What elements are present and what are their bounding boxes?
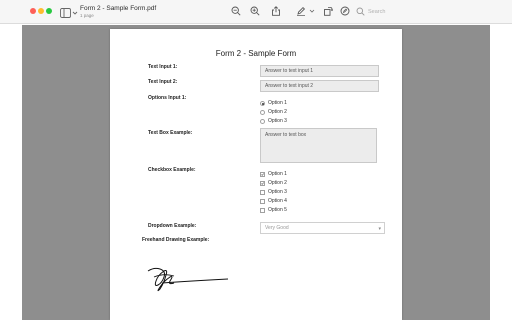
checkbox-option-label: Option 5 (268, 207, 287, 213)
minimize-window-button[interactable] (38, 8, 44, 14)
zoom-out-icon (231, 6, 241, 16)
text-input-2-label: Text Input 2: (148, 79, 178, 85)
radio-button[interactable] (260, 110, 265, 115)
search-icon (356, 7, 365, 16)
search-input[interactable] (368, 6, 416, 18)
radio-button[interactable] (260, 119, 265, 124)
checkbox[interactable] (260, 172, 265, 177)
radio-option-label: Option 3 (268, 118, 287, 124)
text-input-2-field[interactable]: Answer to text input 2 (260, 80, 379, 92)
annotate-button[interactable] (340, 6, 350, 16)
close-window-button[interactable] (30, 8, 36, 14)
text-input-1-field[interactable]: Answer to text input 1 (260, 65, 379, 77)
share-button[interactable] (271, 6, 281, 16)
radio-option-label: Option 2 (268, 109, 287, 115)
checkbox-option-label: Option 3 (268, 189, 287, 195)
checkbox-label: Checkbox Example: (148, 167, 196, 173)
rotate-button[interactable] (323, 6, 333, 16)
document-page-count: 1 page (80, 12, 94, 18)
markup-menu-button[interactable] (309, 6, 315, 16)
freehand-signature (147, 267, 229, 292)
toolbar: Form 2 - Sample Form.pdf 1 page (0, 0, 512, 24)
markup-pen-icon (297, 6, 306, 16)
zoom-in-icon (250, 6, 260, 16)
dropdown-label: Dropdown Example: (148, 223, 197, 229)
chevron-down-icon (309, 9, 315, 13)
radio-option-label: Option 1 (268, 100, 287, 106)
pdf-page: Form 2 - Sample Form Text Input 1: Answe… (110, 29, 402, 320)
annotate-icon (340, 6, 350, 16)
search-field[interactable] (356, 6, 416, 18)
zoom-out-button[interactable] (231, 6, 241, 16)
dropdown-caret-icon: ▾ (378, 226, 381, 232)
markup-button[interactable] (296, 6, 306, 16)
checkmark-icon (261, 173, 264, 176)
freehand-label: Freehand Drawing Example: (142, 237, 210, 243)
sidebar-icon (60, 8, 78, 18)
share-icon (272, 6, 280, 16)
text-box-field[interactable]: Answer to text box (260, 128, 377, 163)
options-input-label: Options Input 1: (148, 95, 187, 101)
zoom-in-button[interactable] (250, 6, 260, 16)
dropdown-select[interactable]: Very Good ▾ (260, 222, 385, 234)
document-canvas[interactable]: Form 2 - Sample Form Text Input 1: Answe… (22, 25, 490, 320)
radio-button[interactable] (260, 101, 265, 106)
sidebar-toggle-button[interactable] (60, 6, 78, 18)
zoom-window-button[interactable] (46, 8, 52, 14)
dropdown-value: Very Good (265, 225, 289, 231)
checkbox[interactable] (260, 199, 265, 204)
checkbox-option-label: Option 1 (268, 171, 287, 177)
form-title: Form 2 - Sample Form (215, 49, 297, 58)
checkbox[interactable] (260, 208, 265, 213)
checkbox[interactable] (260, 190, 265, 195)
document-title: Form 2 - Sample Form.pdf (80, 5, 157, 12)
text-box-label: Text Box Example: (148, 130, 193, 136)
text-input-1-label: Text Input 1: (148, 64, 178, 70)
preview-window: Form 2 - Sample Form.pdf 1 page Search F… (0, 0, 512, 320)
rotate-icon (324, 7, 333, 16)
checkmark-icon (261, 182, 264, 185)
checkbox-option-label: Option 2 (268, 180, 287, 186)
checkbox[interactable] (260, 181, 265, 186)
checkbox-option-label: Option 4 (268, 198, 287, 204)
